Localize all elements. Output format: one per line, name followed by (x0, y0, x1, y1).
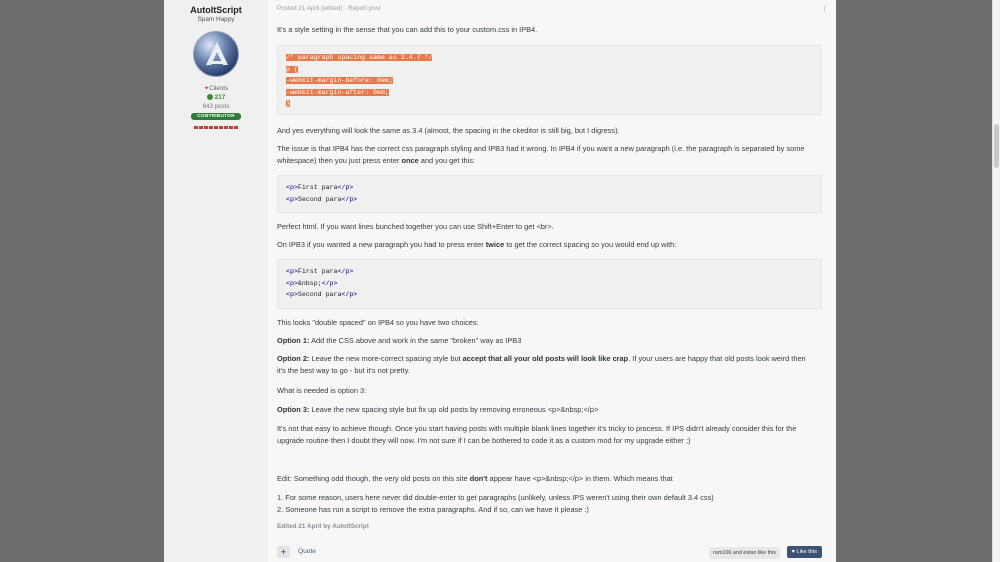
author-name[interactable]: AutoItScript (164, 5, 268, 15)
rank-pips (164, 122, 268, 131)
scrollbar[interactable] (992, 0, 1000, 562)
report-post-link[interactable]: Report post (348, 5, 381, 12)
like-button[interactable]: ♥ Like this (786, 546, 822, 558)
paragraph: It's a style setting in the sense that y… (277, 25, 538, 34)
option-1: Option 1: Add the CSS above and work in … (277, 336, 522, 345)
share-icon[interactable]: ⟨ (823, 5, 826, 13)
multiquote-button[interactable]: + (277, 546, 290, 558)
code-block-html-ipb3[interactable]: <p>First para</p> <p>&nbsp;</p> <p>Secon… (277, 259, 822, 309)
reputation-icon (206, 94, 213, 100)
code-line: -webkit-margin-after: 0em; (286, 88, 389, 96)
scrollbar-thumb[interactable] (994, 124, 999, 168)
code-line: <p>Second para</p> (286, 291, 358, 299)
edited-note: Edited 21 April by AutoItScript (277, 523, 369, 530)
code-line: <p>First para</p> (286, 184, 354, 191)
likers-list[interactable]: ram106 and estan like this (709, 547, 780, 559)
avatar[interactable] (193, 31, 239, 77)
paragraph: On IPB3 if you wanted a new paragraph yo… (277, 240, 677, 249)
code-line: /* paragraph spacing same as 3.4.7 */ (286, 54, 433, 61)
screen: AutoItScript Spam Happy ✦Clients 217 643… (0, 0, 1000, 562)
edit-note: Edit: Something odd though, the very old… (277, 474, 673, 483)
rank-pip (234, 126, 238, 129)
autoit-logo-icon (206, 42, 228, 65)
code-line: -webkit-margin-before: 0em; (286, 77, 393, 85)
author-title: Spam Happy (197, 16, 235, 23)
post-date: Posted 21 April (edited) (277, 5, 343, 12)
code-block-html-ipb4[interactable]: <p>First para</p> <p>Second para</p> (277, 175, 822, 213)
list-item: 2. Someone has run a script to remove th… (277, 505, 589, 514)
post-count: 643 posts (202, 103, 230, 110)
paragraph: The issue is that IPB4 has the correct c… (277, 144, 805, 165)
option-2: Option 2: Leave the new more-correct spa… (277, 354, 806, 375)
paragraph: It's not that easy to achieve though. On… (277, 424, 797, 445)
reputation: 217 (164, 94, 268, 101)
post-footer: + Quote ram106 and estan like this ♥ Lik… (277, 545, 822, 559)
rank-pip (224, 126, 228, 129)
author-column: AutoItScript Spam Happy ✦Clients 217 643… (164, 0, 268, 562)
list-item: 1. For some reason, users here never did… (277, 493, 714, 502)
rank-pip (219, 126, 223, 129)
like-label: Like this (796, 549, 817, 555)
post-panel: AutoItScript Spam Happy ✦Clients 217 643… (164, 0, 836, 562)
reputation-count: 217 (214, 94, 226, 101)
paragraph: And yes everything will look the same as… (277, 126, 620, 135)
option-3: Option 3: Leave the new spacing style bu… (277, 405, 599, 414)
quote-button[interactable]: Quote (298, 548, 316, 555)
rank-pip (229, 126, 233, 129)
author-group-label: Clients (209, 85, 229, 92)
code-line: p { (286, 65, 298, 73)
code-line: <p>Second para</p> (286, 195, 358, 203)
code-line: <p>First para</p> (286, 268, 354, 275)
post-meta: Posted 21 April (edited) · Report post (277, 5, 381, 12)
code-line: } (286, 100, 290, 108)
code-line: <p>&nbsp;</p> (286, 279, 338, 287)
code-block-css[interactable]: /* paragraph spacing same as 3.4.7 */ p … (277, 45, 822, 115)
contributor-badge: CONTRIBUTOR (191, 113, 241, 120)
rank-pip (204, 126, 208, 129)
author-group: ✦Clients (164, 85, 268, 92)
rank-pip (199, 126, 203, 129)
paragraph: Perfect html. If you want lines bunched … (277, 222, 554, 231)
rank-pip (194, 126, 198, 129)
paragraph: This looks "double spaced" on IPB4 so yo… (277, 318, 479, 327)
heart-icon: ♥ (791, 549, 795, 555)
rank-pip (214, 126, 218, 129)
paragraph: What is needed is option 3: (277, 386, 367, 395)
post-content: Posted 21 April (edited) · Report post ⟨… (277, 0, 826, 562)
rank-pip (209, 126, 213, 129)
